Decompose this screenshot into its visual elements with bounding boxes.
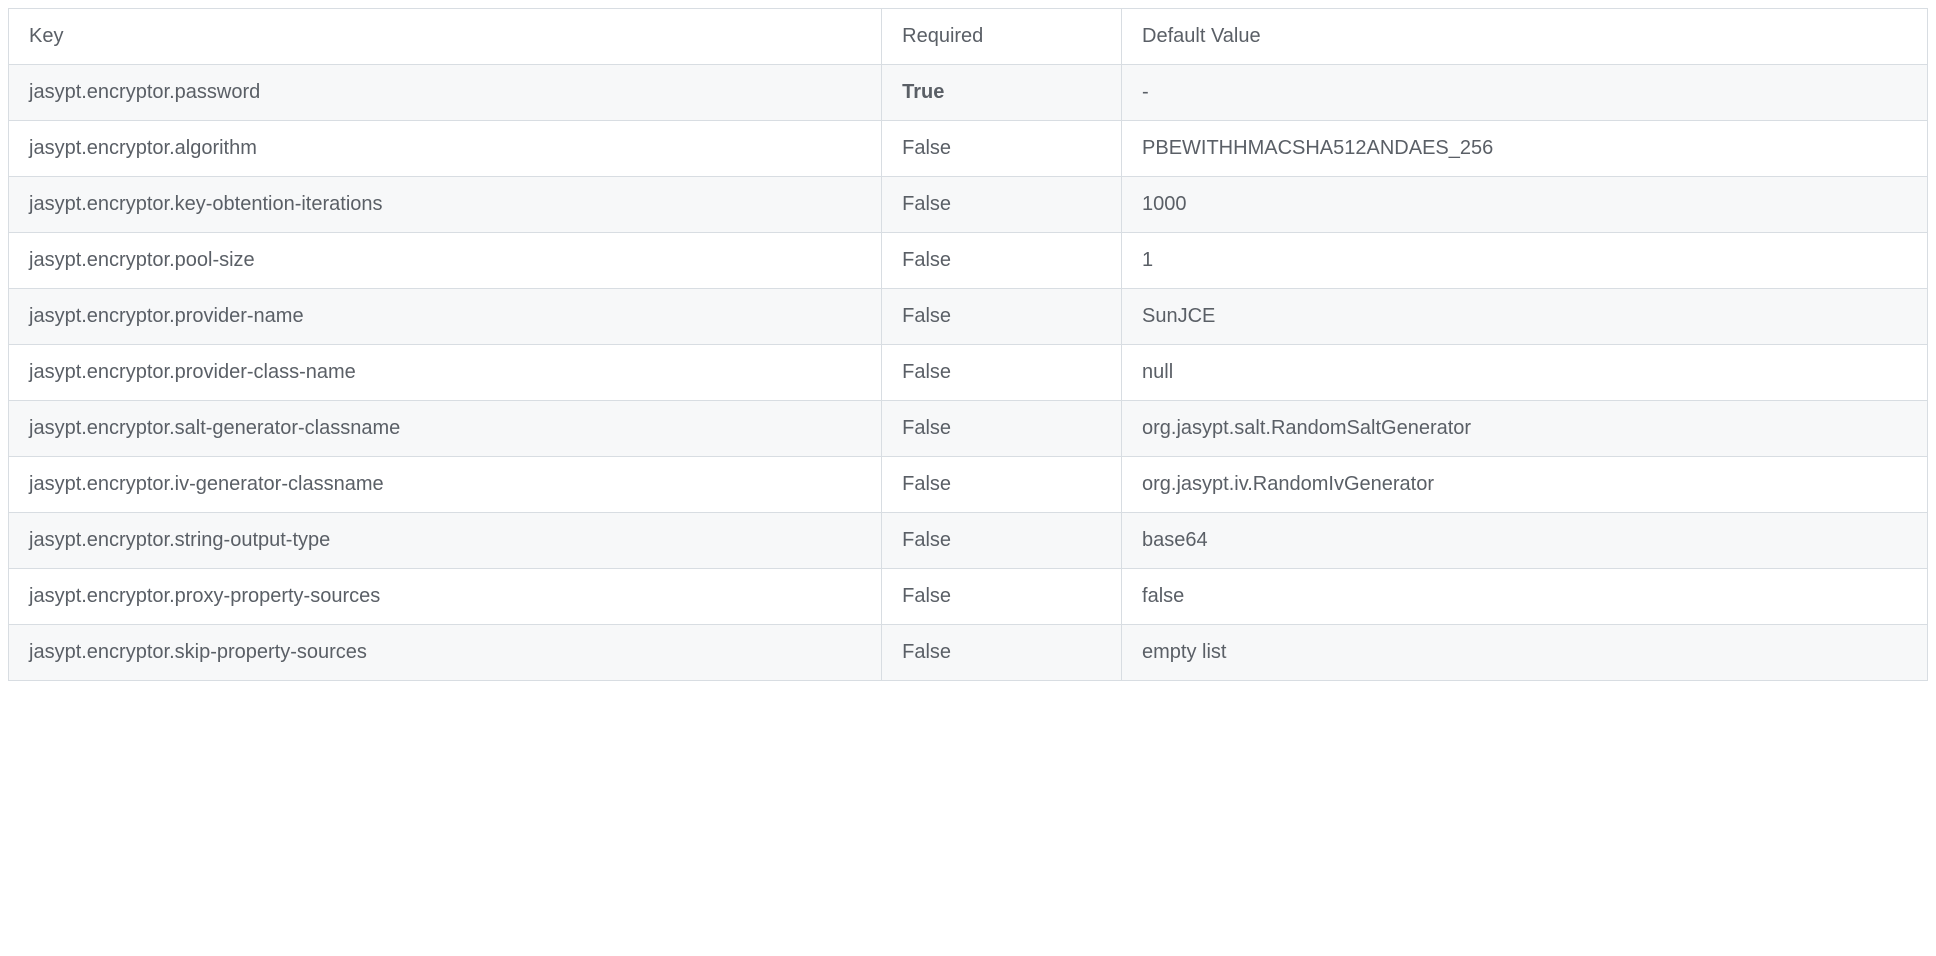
table-row: jasypt.encryptor.iv-generator-classname F… bbox=[9, 457, 1928, 513]
required-value: False bbox=[902, 137, 951, 159]
required-value: False bbox=[902, 473, 951, 495]
cell-default: 1000 bbox=[1122, 177, 1928, 233]
table-row: jasypt.encryptor.provider-name False SunJC… bbox=[9, 289, 1928, 345]
cell-key: jasypt.encryptor.salt-generator-classnam… bbox=[9, 401, 882, 457]
header-default: Default Value bbox=[1122, 9, 1928, 65]
required-value: False bbox=[902, 585, 951, 607]
config-table: Key Required Default Value jasypt.encryp… bbox=[8, 8, 1928, 681]
required-value: False bbox=[902, 249, 951, 271]
cell-required: False bbox=[882, 233, 1122, 289]
cell-default: empty list bbox=[1122, 625, 1928, 681]
table-row: jasypt.encryptor.proxy-property-sources F… bbox=[9, 569, 1928, 625]
cell-required: False bbox=[882, 121, 1122, 177]
table-row: jasypt.encryptor.string-output-type False… bbox=[9, 513, 1928, 569]
header-key: Key bbox=[9, 9, 882, 65]
required-value: False bbox=[902, 529, 951, 551]
cell-required: False bbox=[882, 345, 1122, 401]
cell-key: jasypt.encryptor.iv-generator-classname bbox=[9, 457, 882, 513]
required-value: False bbox=[902, 417, 951, 439]
cell-required: False bbox=[882, 513, 1122, 569]
table-header-row: Key Required Default Value bbox=[9, 9, 1928, 65]
cell-required: False bbox=[882, 569, 1122, 625]
cell-key: jasypt.encryptor.string-output-type bbox=[9, 513, 882, 569]
table-row: jasypt.encryptor.password True - bbox=[9, 65, 1928, 121]
cell-key: jasypt.encryptor.provider-class-name bbox=[9, 345, 882, 401]
table-row: jasypt.encryptor.salt-generator-classnam… bbox=[9, 401, 1928, 457]
cell-default: null bbox=[1122, 345, 1928, 401]
cell-default: - bbox=[1122, 65, 1928, 121]
cell-required: False bbox=[882, 457, 1122, 513]
table-row: jasypt.encryptor.key-obtention-iteration… bbox=[9, 177, 1928, 233]
header-required: Required bbox=[882, 9, 1122, 65]
cell-default: 1 bbox=[1122, 233, 1928, 289]
cell-required: False bbox=[882, 625, 1122, 681]
cell-key: jasypt.encryptor.skip-property-sources bbox=[9, 625, 882, 681]
cell-key: jasypt.encryptor.pool-size bbox=[9, 233, 882, 289]
required-value: False bbox=[902, 305, 951, 327]
cell-key: jasypt.encryptor.key-obtention-iteration… bbox=[9, 177, 882, 233]
cell-default: org.jasypt.iv.RandomIvGenerator bbox=[1122, 457, 1928, 513]
cell-default: PBEWITHHMACSHA512ANDAES_256 bbox=[1122, 121, 1928, 177]
table-row: jasypt.encryptor.provider-class-name Fals… bbox=[9, 345, 1928, 401]
cell-key: jasypt.encryptor.provider-name bbox=[9, 289, 882, 345]
table-row: jasypt.encryptor.algorithm False PBEWITHHM… bbox=[9, 121, 1928, 177]
cell-required: True bbox=[882, 65, 1122, 121]
cell-key: jasypt.encryptor.algorithm bbox=[9, 121, 882, 177]
cell-default: SunJCE bbox=[1122, 289, 1928, 345]
required-value: False bbox=[902, 193, 951, 215]
required-value: False bbox=[902, 641, 951, 663]
cell-required: False bbox=[882, 177, 1122, 233]
cell-key: jasypt.encryptor.proxy-property-sources bbox=[9, 569, 882, 625]
cell-required: False bbox=[882, 289, 1122, 345]
required-value: False bbox=[902, 361, 951, 383]
table-row: jasypt.encryptor.pool-size False 1 bbox=[9, 233, 1928, 289]
cell-required: False bbox=[882, 401, 1122, 457]
cell-default: org.jasypt.salt.RandomSaltGenerator bbox=[1122, 401, 1928, 457]
required-value: True bbox=[902, 81, 944, 103]
cell-default: base64 bbox=[1122, 513, 1928, 569]
cell-key: jasypt.encryptor.password bbox=[9, 65, 882, 121]
cell-default: false bbox=[1122, 569, 1928, 625]
table-row: jasypt.encryptor.skip-property-sources Fa… bbox=[9, 625, 1928, 681]
